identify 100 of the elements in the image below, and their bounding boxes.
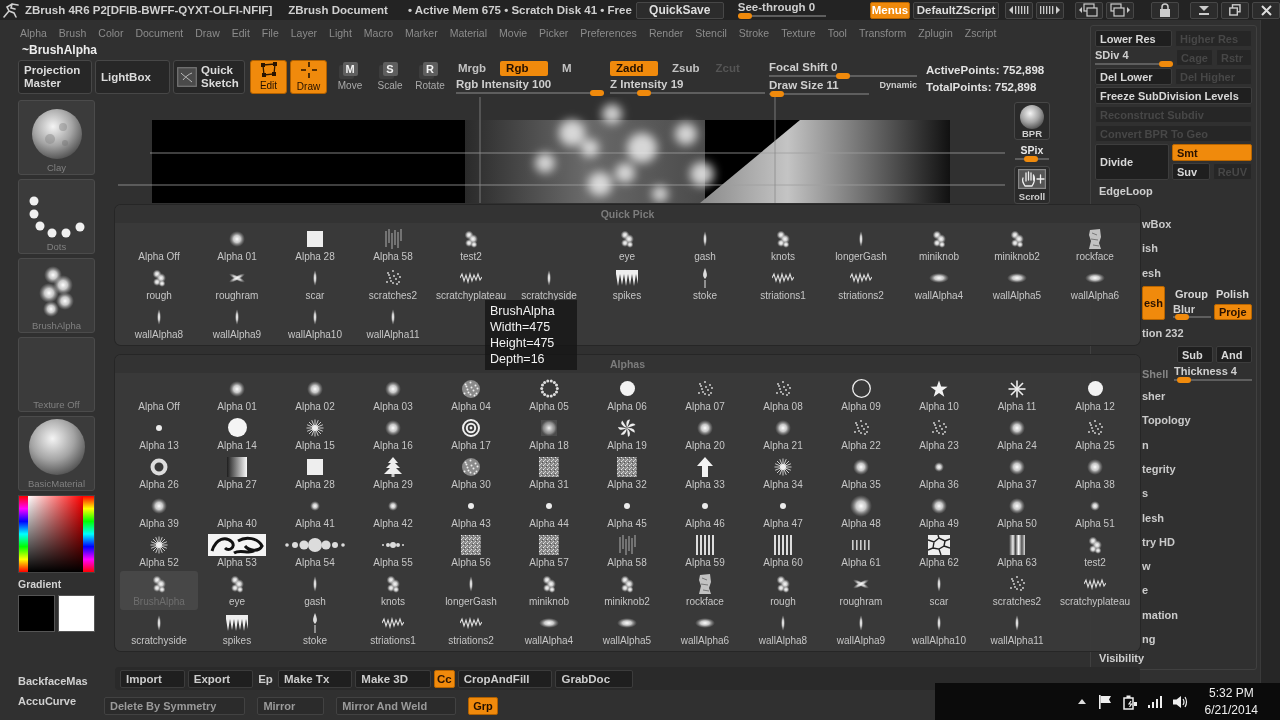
- move-button[interactable]: M Move: [333, 60, 367, 94]
- alpha-tile[interactable]: Alpha Off: [120, 376, 198, 415]
- alpha-tile[interactable]: Alpha 33: [666, 454, 744, 493]
- slider-thumb[interactable]: [590, 90, 604, 96]
- panel-label[interactable]: Topology: [1142, 413, 1191, 428]
- menu-item[interactable]: Alpha: [20, 27, 47, 39]
- alpha-tile[interactable]: Alpha 07: [666, 376, 744, 415]
- alpha-tile[interactable]: Alpha 62: [900, 532, 978, 571]
- panel-label[interactable]: ng: [1142, 631, 1156, 646]
- alpha-tile[interactable]: Alpha 30: [432, 454, 510, 493]
- menu-item[interactable]: Tool: [827, 27, 847, 39]
- alpha-tile[interactable]: rockface: [666, 571, 744, 610]
- tool-option-button[interactable]: Mirror: [257, 697, 325, 715]
- scale-button[interactable]: S Scale: [373, 60, 407, 94]
- z-intensity-slider[interactable]: Z Intensity 19: [610, 78, 765, 96]
- alpha-tile[interactable]: Alpha 13: [120, 415, 198, 454]
- blur-slider[interactable]: Blur: [1173, 303, 1211, 320]
- action-button[interactable]: Export: [187, 669, 254, 688]
- menu-item[interactable]: Texture: [781, 27, 816, 39]
- alpha-tile[interactable]: striations2: [822, 265, 900, 304]
- alpha-tile[interactable]: scar: [900, 571, 978, 610]
- alpha-tile[interactable]: striations1: [354, 610, 432, 649]
- menu-item[interactable]: Stroke: [738, 27, 770, 39]
- shelf-button[interactable]: AccuCurve: [18, 694, 77, 708]
- alpha-tile[interactable]: Alpha 28: [276, 226, 354, 265]
- menu-item[interactable]: Zscript: [964, 27, 997, 39]
- menu-item[interactable]: Brush: [58, 27, 87, 39]
- panel-button[interactable]: Lower Res: [1095, 30, 1172, 47]
- arrow-button[interactable]: [1005, 1, 1033, 19]
- tool-option-button[interactable]: Delete By Symmetry: [104, 697, 246, 715]
- panel-label[interactable]: esh: [1142, 265, 1161, 280]
- alpha-tile[interactable]: Alpha 41: [276, 493, 354, 532]
- alpha-tile[interactable]: Alpha 59: [666, 532, 744, 571]
- action-button[interactable]: Make Tx: [277, 669, 353, 688]
- panel-button[interactable]: Smt: [1172, 144, 1252, 161]
- alpha-tile[interactable]: rockface: [1056, 226, 1134, 265]
- alpha-tile[interactable]: Alpha 08: [744, 376, 822, 415]
- alpha-tile[interactable]: Alpha 51: [1056, 493, 1134, 532]
- thickness-slider[interactable]: Thickness 4: [1174, 365, 1252, 384]
- alpha-tile[interactable]: miniknob2: [588, 571, 666, 610]
- alpha-tile[interactable]: scratches2: [978, 571, 1056, 610]
- alpha-tile[interactable]: Alpha 25: [1056, 415, 1134, 454]
- alpha-tile[interactable]: Alpha 44: [510, 493, 588, 532]
- alpha-tile[interactable]: Alpha 57: [510, 532, 588, 571]
- slider-thumb[interactable]: [1176, 377, 1191, 384]
- alpha-tile[interactable]: striations2: [432, 610, 510, 649]
- action-button[interactable]: GrabDoc: [555, 669, 634, 688]
- panel-label[interactable]: sher: [1142, 389, 1166, 404]
- quicksave-button[interactable]: QuickSave: [635, 1, 724, 19]
- restore-button[interactable]: [1221, 1, 1249, 19]
- alpha-tile[interactable]: Alpha 21: [744, 415, 822, 454]
- alpha-tile[interactable]: scar: [276, 265, 354, 304]
- shelf-button[interactable]: BackfaceMas: [18, 674, 88, 688]
- action-button[interactable]: Make 3D: [355, 669, 431, 688]
- alpha-tile[interactable]: longerGash: [432, 571, 510, 610]
- panel-button[interactable]: Divide: [1095, 144, 1169, 180]
- quick-sketch-button[interactable]: Quick Sketch: [173, 60, 245, 94]
- speaker-icon[interactable]: [1172, 694, 1188, 709]
- alpha-tile[interactable]: spikes: [198, 610, 276, 649]
- alpha-tile[interactable]: Alpha 20: [666, 415, 744, 454]
- alpha-tile[interactable]: Alpha 39: [120, 493, 198, 532]
- depth-mode-button[interactable]: Zsub: [670, 61, 702, 76]
- alpha-tile[interactable]: roughram: [822, 571, 900, 610]
- window-button[interactable]: [1106, 1, 1134, 19]
- alpha-tile[interactable]: Alpha 54: [276, 532, 354, 571]
- panel-button[interactable]: Group: [1173, 285, 1211, 302]
- menu-item[interactable]: File: [261, 27, 279, 39]
- menu-item[interactable]: Render: [648, 27, 684, 39]
- panel-label[interactable]: mation: [1142, 607, 1179, 622]
- subpalette-header[interactable]: Visibility: [1095, 652, 1145, 665]
- alpha-tile[interactable]: spikes: [588, 265, 666, 304]
- menu-item[interactable]: Material: [449, 27, 488, 39]
- alpha-tile[interactable]: Alpha 55: [354, 532, 432, 571]
- slider-track[interactable]: [1095, 61, 1174, 67]
- alpha-tile[interactable]: Alpha 61: [822, 532, 900, 571]
- alpha-tile[interactable]: Alpha 42: [354, 493, 432, 532]
- alpha-tile[interactable]: striations1: [744, 265, 822, 304]
- menu-item[interactable]: Color: [98, 27, 124, 39]
- alpha-tile[interactable]: Alpha 38: [1056, 454, 1134, 493]
- panel-button[interactable]: And: [1216, 346, 1252, 364]
- color-mode-button[interactable]: Rgb: [500, 61, 549, 76]
- slider-thumb[interactable]: [836, 73, 850, 79]
- alpha-tile[interactable]: Alpha 36: [900, 454, 978, 493]
- color-picker[interactable]: [18, 495, 95, 573]
- slider-track[interactable]: [769, 91, 869, 97]
- color-mode-button[interactable]: M: [560, 61, 574, 76]
- alpha-tile[interactable]: wallAlpha4: [510, 610, 588, 649]
- draw-size-slider[interactable]: Draw Size 11: [769, 79, 869, 97]
- menu-item[interactable]: Movie: [499, 27, 528, 39]
- panel-button[interactable]: Proje: [1214, 303, 1252, 320]
- slider-track[interactable]: [456, 90, 604, 96]
- subpalette-header[interactable]: EdgeLoop: [1095, 182, 1153, 199]
- panel-label[interactable]: lesh: [1142, 510, 1164, 525]
- slider-thumb[interactable]: [769, 91, 784, 97]
- alpha-tile[interactable]: Alpha 60: [744, 532, 822, 571]
- battery-icon[interactable]: [1122, 693, 1137, 710]
- alpha-tile[interactable]: Alpha 04: [432, 376, 510, 415]
- alpha-tile[interactable]: Alpha 37: [978, 454, 1056, 493]
- menu-item[interactable]: Zplugin: [918, 27, 953, 39]
- minimize-button[interactable]: [1190, 1, 1218, 19]
